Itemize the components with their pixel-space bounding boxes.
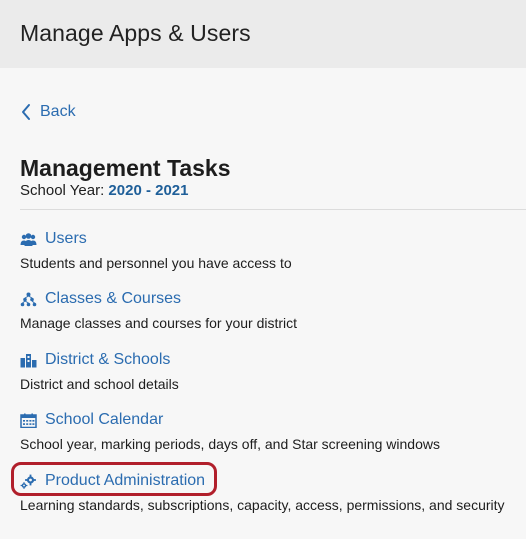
product-administration-link[interactable]: Product Administration [20, 471, 205, 491]
district-schools-label: District & Schools [45, 351, 171, 368]
school-calendar-label: School Calendar [45, 411, 164, 428]
classes-courses-description: Manage classes and courses for your dist… [20, 314, 298, 331]
task-district-schools: District & Schools District and school d… [20, 350, 520, 392]
task-classes-courses: Classes & Courses Manage classes and cou… [20, 289, 520, 331]
district-schools-link[interactable]: District & Schools [20, 350, 170, 370]
product-administration-label: Product Administration [45, 472, 206, 489]
classes-courses-label: Classes & Courses [45, 290, 182, 307]
product-administration-description: Learning standards, subscriptions, capac… [20, 496, 505, 513]
divider [20, 209, 526, 210]
users-label: Users [45, 230, 87, 247]
page-header: Manage Apps & Users [0, 0, 526, 68]
school-calendar-description: School year, marking periods, days off, … [20, 435, 440, 452]
chevron-left-icon [22, 104, 30, 120]
users-description: Students and personnel you have access t… [20, 254, 292, 271]
task-users: Users Students and personnel you have ac… [20, 229, 520, 271]
users-link[interactable]: Users [20, 229, 87, 249]
hierarchy-icon [20, 292, 37, 306]
classes-courses-link[interactable]: Classes & Courses [20, 289, 181, 309]
page-header-title: Manage Apps & Users [20, 20, 251, 46]
buildings-icon [20, 353, 37, 367]
calendar-icon [20, 413, 37, 428]
school-calendar-link[interactable]: School Calendar [20, 410, 163, 430]
gears-icon [20, 474, 36, 489]
task-school-calendar: School Calendar School year, marking per… [20, 410, 520, 452]
task-product-administration: Product Administration Learning standard… [20, 471, 520, 513]
district-schools-description: District and school details [20, 375, 179, 392]
page-title: Management Tasks [20, 155, 231, 181]
back-label: Back [40, 103, 76, 120]
school-year-value[interactable]: 2020 - 2021 [108, 182, 188, 199]
users-icon [20, 232, 37, 246]
school-year: School Year: 2020 - 2021 [20, 182, 189, 199]
school-year-label: School Year: [20, 182, 105, 199]
back-link[interactable]: Back [20, 101, 76, 123]
